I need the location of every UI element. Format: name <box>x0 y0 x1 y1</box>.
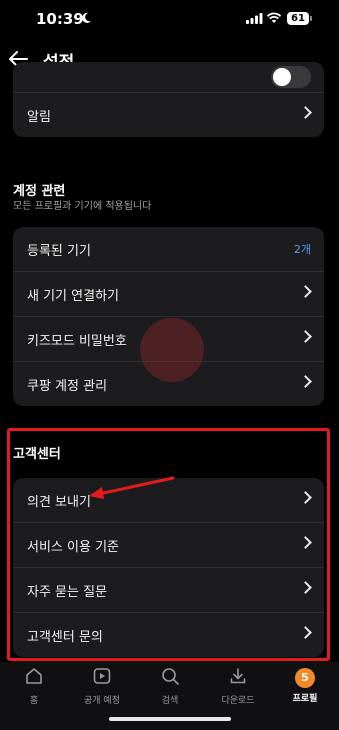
moon-icon <box>82 12 91 23</box>
account-section-subtitle: 모든 프로필과 기기에 적용됩니다 <box>13 201 152 212</box>
tab-label: 홈 <box>29 696 39 706</box>
play-icon <box>93 668 111 684</box>
tab-label: 검색 <box>161 696 179 706</box>
tab-home[interactable]: 홈 <box>0 666 68 706</box>
tab-profile[interactable]: 5 프로필 <box>271 666 339 704</box>
home-icon <box>26 668 42 684</box>
battery-tip <box>310 16 312 21</box>
profile-avatar: 5 <box>295 668 315 688</box>
list-item-label: 알림 <box>27 110 51 125</box>
chevron-right-icon <box>299 330 312 343</box>
annotation-arrow-icon <box>89 476 175 499</box>
wifi-icon <box>266 12 282 23</box>
notification-card: 알림 <box>13 62 324 137</box>
tab-upcoming[interactable]: 공개 예정 <box>68 666 136 706</box>
list-item-connect-device[interactable]: 새 기기 연결하기 <box>13 271 324 316</box>
tab-label: 다운로드 <box>221 696 255 706</box>
toggle-knob <box>273 68 291 86</box>
search-icon <box>162 668 179 685</box>
tab-label: 공개 예정 <box>84 696 120 706</box>
status-bar: 10:39 61 <box>0 0 339 42</box>
battery-icon: 61 <box>287 12 309 25</box>
signal-icon <box>246 13 263 24</box>
list-item-label: 새 기기 연결하기 <box>27 289 119 304</box>
device-count: 2개 <box>293 243 311 256</box>
chevron-right-icon <box>299 106 312 119</box>
download-icon <box>230 668 246 684</box>
list-item-label: 쿠팡 계정 관리 <box>27 379 108 394</box>
watermark <box>140 318 204 382</box>
toggle-switch[interactable] <box>271 66 311 88</box>
tab-search[interactable]: 검색 <box>136 666 204 706</box>
list-item-label: 키즈모드 비밀번호 <box>27 334 127 349</box>
tab-downloads[interactable]: 다운로드 <box>204 666 272 706</box>
home-indicator <box>109 717 231 721</box>
tab-label: 프로필 <box>292 694 318 704</box>
chevron-right-icon <box>299 375 312 388</box>
list-item-notifications[interactable]: 알림 <box>13 92 324 137</box>
status-time: 10:39 <box>36 10 84 28</box>
list-item-registered-devices[interactable]: 등록된 기기 2개 <box>13 227 324 271</box>
scrolled-row <box>13 62 324 92</box>
list-item-label: 등록된 기기 <box>27 244 91 259</box>
highlight-box <box>7 428 330 661</box>
chevron-right-icon <box>299 285 312 298</box>
